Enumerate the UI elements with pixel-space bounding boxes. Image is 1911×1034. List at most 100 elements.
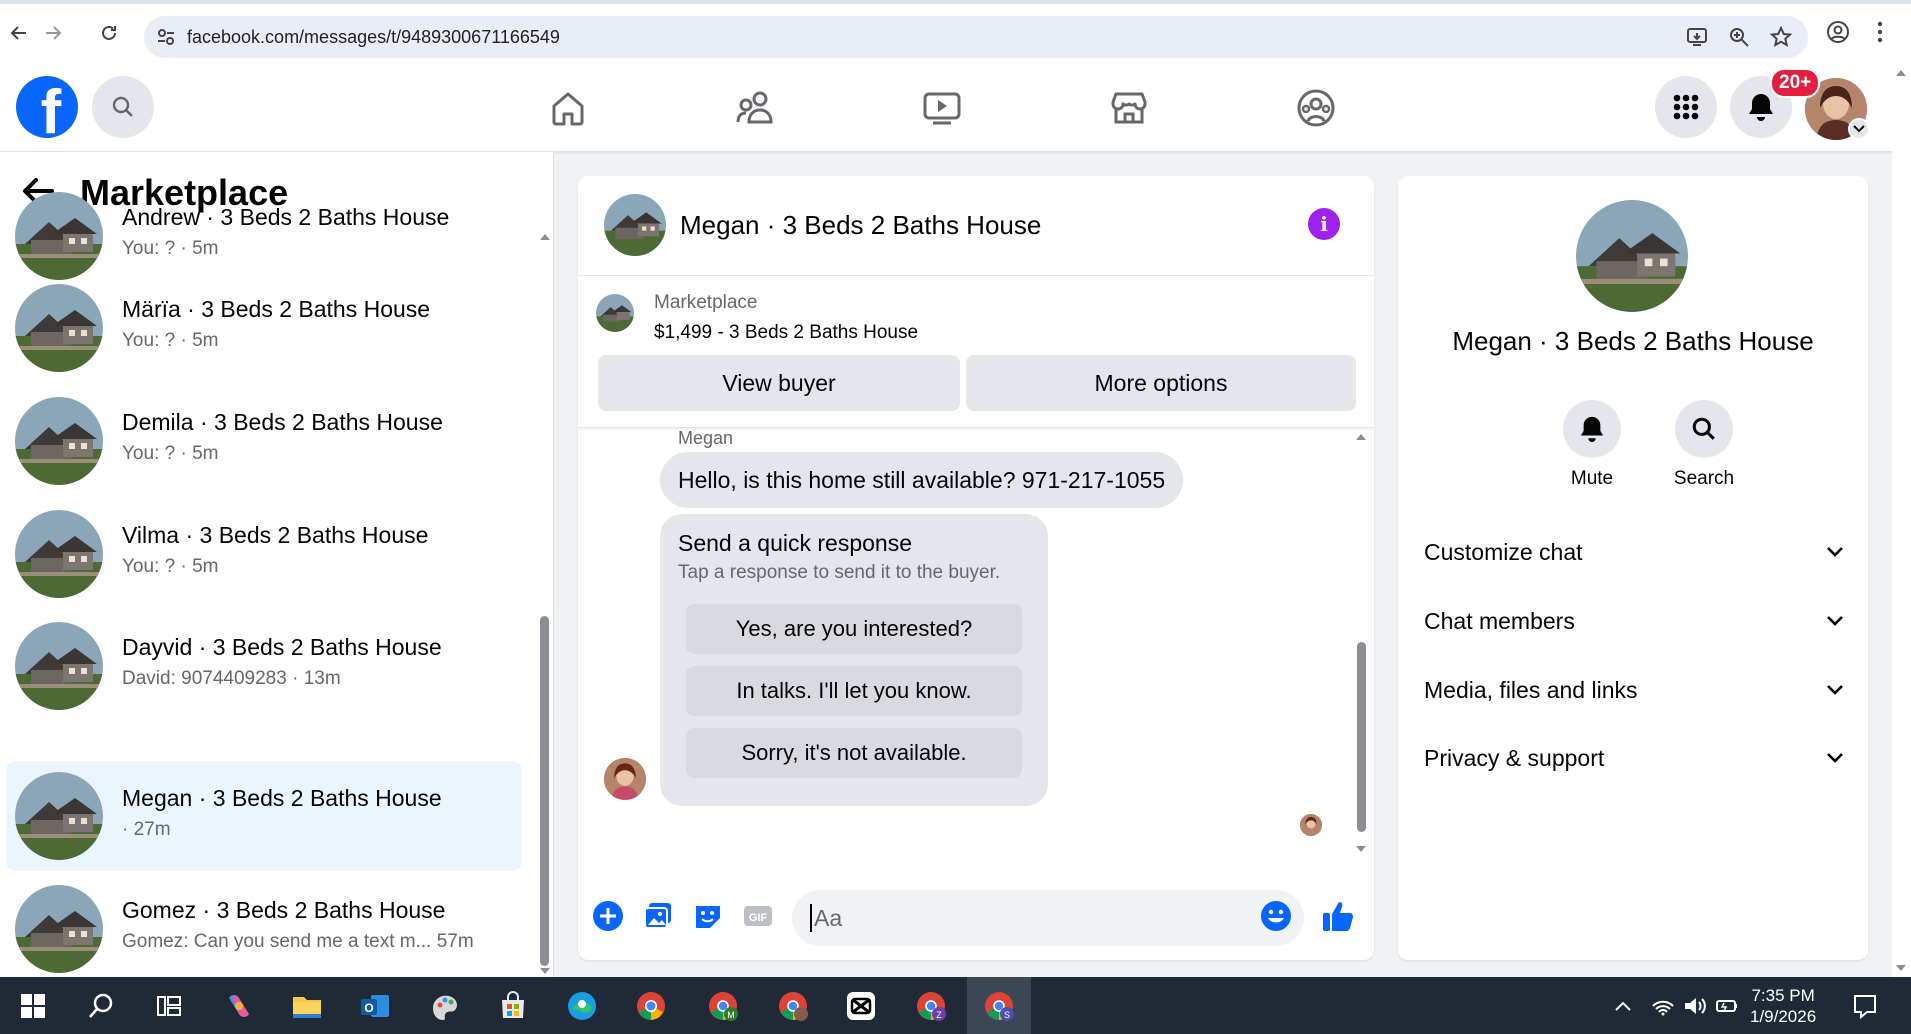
info-icon[interactable]: i	[1308, 208, 1340, 240]
quick-response-not-available[interactable]: Sorry, it's not available.	[686, 728, 1022, 778]
video-tab[interactable]	[918, 84, 966, 132]
conversation-preview: You: ? · 5m	[122, 238, 219, 259]
conversation-item-megan[interactable]: Megan · 3 Beds 2 Baths House · 27m	[6, 761, 522, 871]
chat-scrollbar[interactable]	[1354, 432, 1368, 852]
profile-icon[interactable]	[1826, 20, 1850, 49]
taskbar-search-icon[interactable]	[82, 987, 120, 1025]
mute-button[interactable]: Mute	[1552, 400, 1632, 490]
back-arrow-icon[interactable]	[4, 18, 34, 48]
scroll-up-arrow-icon[interactable]	[538, 232, 552, 242]
message-input[interactable]: Aa	[792, 890, 1304, 946]
outlook-icon[interactable]: O	[356, 987, 394, 1025]
marketplace-listing-bar: Marketplace $1,499 - 3 Beds 2 Baths Hous…	[578, 276, 1374, 428]
message-composer: GIF Aa	[578, 876, 1374, 960]
conversation-item-demila[interactable]: Demila · 3 Beds 2 Baths House You: ? · 5…	[6, 377, 522, 487]
account-menu-chevron-icon[interactable]	[1848, 118, 1870, 140]
sender-avatar[interactable]	[604, 758, 646, 800]
copilot-icon[interactable]	[220, 987, 258, 1025]
chrome-icon[interactable]	[632, 987, 670, 1025]
home-tab[interactable]	[544, 84, 592, 132]
address-bar[interactable]: facebook.com/messages/t/9489300671166549	[144, 16, 1808, 58]
like-thumb-icon[interactable]	[1320, 898, 1356, 934]
wifi-icon[interactable]	[1648, 987, 1678, 1025]
conversation-item-maria[interactable]: Märïa · 3 Beds 2 Baths House You: ? · 5m	[6, 264, 522, 374]
notification-center-icon[interactable]	[1846, 987, 1884, 1025]
chat-title[interactable]: Megan · 3 Beds 2 Baths House	[680, 210, 1041, 241]
chat-details-panel: Megan · 3 Beds 2 Baths House Mute Search…	[1398, 176, 1868, 960]
conversation-sidebar: Marketplace Andrew · 3 Beds 2 Baths Hous…	[0, 152, 554, 977]
scroll-up-arrow-icon[interactable]	[1894, 68, 1908, 78]
quick-response-interested[interactable]: Yes, are you interested?	[686, 604, 1022, 654]
conversation-name: Demila · 3 Beds 2 Baths House	[122, 409, 443, 435]
customize-chat-section[interactable]: Customize chat	[1424, 532, 1844, 572]
sidebar-scrollbar-thumb[interactable]	[540, 616, 549, 966]
groups-tab[interactable]	[1292, 84, 1340, 132]
conversation-item-vilma[interactable]: Vilma · 3 Beds 2 Baths House You: ? · 5m	[6, 490, 522, 600]
battery-icon[interactable]	[1712, 987, 1742, 1025]
chevron-down-icon	[1827, 753, 1843, 763]
windows-start-icon[interactable]	[14, 987, 52, 1025]
scroll-down-arrow-icon[interactable]	[1894, 963, 1908, 973]
chat-listing-thumbnail[interactable]	[604, 194, 666, 256]
bookmark-star-icon[interactable]	[1769, 25, 1793, 53]
marketplace-icon	[1111, 92, 1147, 124]
search-in-chat-button[interactable]: Search	[1664, 400, 1744, 490]
text-caret	[810, 904, 812, 932]
friends-icon	[736, 91, 773, 124]
conversation-item-dayvid[interactable]: Dayvid · 3 Beds 2 Baths House David: 907…	[6, 602, 522, 712]
volume-icon[interactable]	[1680, 987, 1710, 1025]
site-settings-icon[interactable]	[156, 27, 176, 52]
chrome-profile-s-icon[interactable]: S	[980, 987, 1018, 1025]
install-app-icon[interactable]	[1686, 26, 1708, 53]
chat-members-section[interactable]: Chat members	[1424, 601, 1844, 641]
microsoft-store-icon[interactable]	[494, 987, 532, 1025]
file-explorer-icon[interactable]	[288, 987, 326, 1025]
forward-arrow-icon[interactable]	[38, 18, 68, 48]
more-options-button[interactable]: More options	[966, 355, 1356, 411]
chat-scrollbar-thumb[interactable]	[1357, 642, 1366, 832]
add-attachment-icon[interactable]	[590, 898, 626, 934]
svg-text:GIF: GIF	[749, 912, 768, 924]
listing-mini-thumbnail[interactable]	[596, 294, 634, 332]
browser-menu-icon[interactable]	[1876, 20, 1884, 49]
quick-response-in-talks[interactable]: In talks. I'll let you know.	[686, 666, 1022, 716]
reload-icon[interactable]	[94, 18, 124, 48]
scroll-down-arrow-icon[interactable]	[538, 966, 552, 976]
emoji-icon[interactable]	[1258, 898, 1294, 934]
section-label: Privacy & support	[1424, 744, 1605, 771]
conversation-item-gomez[interactable]: Gomez · 3 Beds 2 Baths House Gomez: Can …	[6, 873, 522, 977]
task-view-icon[interactable]	[150, 987, 188, 1025]
privacy-support-section[interactable]: Privacy & support	[1424, 738, 1844, 778]
photo-icon[interactable]	[640, 898, 676, 934]
gif-icon[interactable]: GIF	[740, 898, 776, 934]
facebook-header: f	[0, 62, 1911, 152]
edge-icon[interactable]	[563, 987, 601, 1025]
capcut-icon[interactable]	[842, 987, 880, 1025]
sticker-icon[interactable]	[690, 898, 726, 934]
media-files-links-section[interactable]: Media, files and links	[1424, 670, 1844, 710]
search-button[interactable]	[92, 76, 154, 138]
facebook-logo[interactable]: f	[16, 76, 78, 138]
friends-tab[interactable]	[731, 84, 779, 132]
taskbar-clock[interactable]: 7:35 PM 1/9/2026	[1750, 985, 1816, 1027]
chrome-profile-z-icon[interactable]: Z	[912, 987, 950, 1025]
menu-button[interactable]	[1655, 76, 1717, 138]
zoom-icon[interactable]	[1728, 26, 1750, 53]
sidebar-scrollbar[interactable]	[538, 232, 552, 974]
paint-icon[interactable]	[426, 987, 464, 1025]
chrome-profile-photo-icon[interactable]	[774, 987, 812, 1025]
scroll-up-arrow-icon[interactable]	[1354, 432, 1368, 442]
seen-indicator-avatar	[1300, 814, 1322, 836]
details-listing-photo[interactable]	[1576, 200, 1688, 312]
scroll-down-arrow-icon[interactable]	[1354, 844, 1368, 854]
show-hidden-icons-chevron-icon[interactable]	[1608, 987, 1638, 1025]
listing-thumbnail	[15, 622, 103, 710]
page-scrollbar[interactable]	[1892, 62, 1911, 977]
chrome-profile-m-icon[interactable]: M	[704, 987, 742, 1025]
marketplace-tab[interactable]	[1105, 84, 1153, 132]
conversation-preview: Gomez: Can you send me a text m... 57m	[122, 931, 474, 952]
listing-price-title[interactable]: $1,499 - 3 Beds 2 Baths House	[654, 322, 918, 344]
message-bubble[interactable]: Hello, is this home still available? 971…	[660, 452, 1184, 508]
view-buyer-button[interactable]: View buyer	[598, 355, 960, 411]
bell-icon	[1580, 416, 1604, 442]
